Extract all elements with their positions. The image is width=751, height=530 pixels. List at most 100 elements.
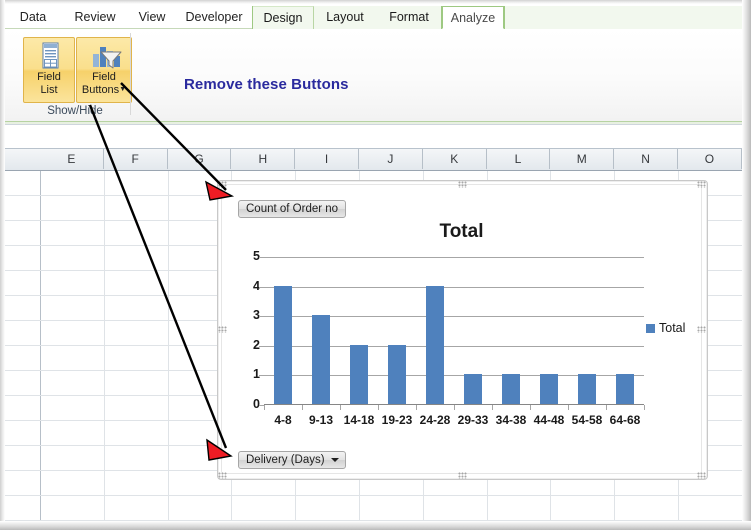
chart-x-tick-label: 54-58	[571, 413, 603, 427]
chart-legend: Total	[646, 321, 685, 335]
chart-x-tick-mark	[606, 405, 607, 410]
pivot-chart-object[interactable]: Count of Order no Delivery (Days) Total …	[217, 180, 708, 480]
ribbon-tab-analyze[interactable]: Analyze	[442, 6, 504, 29]
chart-x-tick-mark	[644, 405, 645, 410]
chart-plot-area: 0 1 2 3 4 5 4-8 9-13 14-18 19-23 24-28 29-33 34-38 4…	[253, 249, 645, 427]
column-header-H[interactable]: H	[231, 149, 296, 169]
chart-x-tick-mark	[302, 405, 303, 410]
field-list-button[interactable]: Field List	[23, 37, 75, 103]
annotation-text: Remove these Buttons	[184, 76, 349, 93]
chevron-down-icon[interactable]	[330, 458, 339, 462]
ribbon-tab-design[interactable]: Design	[252, 6, 314, 29]
column-header-I[interactable]: I	[295, 149, 359, 169]
chart-bar[interactable]	[502, 374, 520, 404]
window-shadow-bottom	[0, 521, 751, 530]
chart-area: Count of Order no Delivery (Days) Total …	[221, 184, 702, 474]
field-list-icon	[24, 42, 74, 70]
chart-bar[interactable]	[540, 374, 558, 404]
ribbon-tab-review[interactable]: Review	[62, 6, 128, 29]
chart-x-tick-label: 29-33	[457, 413, 489, 427]
ribbon-tab-data[interactable]: Data	[4, 6, 62, 29]
chart-y-tick-label: 1	[253, 367, 260, 382]
chart-y-tick-label: 5	[253, 249, 260, 263]
ribbon-panel: Field List Field Buttons▼ Show/Hide	[4, 29, 742, 121]
column-header-F[interactable]: F	[104, 149, 168, 169]
column-header-G[interactable]: G	[168, 149, 232, 169]
chart-bar[interactable]	[312, 315, 330, 404]
chart-y-tick-label: 2	[253, 337, 260, 352]
chart-x-tick-label: 14-18	[343, 413, 375, 427]
chart-resize-handle-top-center[interactable]	[458, 181, 467, 188]
column-header-O[interactable]: O	[678, 149, 742, 169]
chart-bar[interactable]	[350, 344, 368, 404]
window-shadow-right	[742, 0, 751, 530]
chart-x-tick-label: 64-68	[609, 413, 641, 427]
chart-resize-handle-middle-left[interactable]	[218, 326, 227, 333]
ribbon-group-label: Show/Hide	[47, 105, 103, 117]
axis-field-button[interactable]: Delivery (Days)	[238, 451, 346, 469]
chart-x-tick-mark	[378, 405, 379, 410]
value-field-button-label: Count of Order no	[246, 203, 339, 215]
chart-x-tick-label: 4-8	[274, 413, 292, 427]
column-header-K[interactable]: K	[423, 149, 487, 169]
chart-x-tick-label: 24-28	[419, 413, 451, 427]
chart-y-tick-mark	[259, 286, 264, 288]
chart-x-tick-label: 19-23	[381, 413, 413, 427]
chart-x-tick-mark	[416, 405, 417, 410]
legend-label-total: Total	[659, 321, 686, 335]
chart-bar[interactable]	[464, 374, 482, 404]
ribbon-group-show-hide: Field List Field Buttons▼ Show/Hide	[20, 31, 132, 119]
chart-bar[interactable]	[426, 285, 444, 404]
chart-bar[interactable]	[274, 285, 292, 404]
chart-x-tick-label: 34-38	[495, 413, 527, 427]
field-buttons-icon	[77, 42, 131, 70]
chart-x-tick-mark	[340, 405, 341, 410]
chart-resize-handle-middle-right[interactable]	[697, 326, 706, 333]
chart-bar[interactable]	[578, 374, 596, 404]
chevron-down-icon[interactable]: ▼	[119, 86, 126, 93]
column-header-N[interactable]: N	[614, 149, 678, 169]
grid-row-line	[4, 495, 742, 496]
ribbon-tab-developer[interactable]: Developer	[176, 6, 252, 29]
chart-x-tick-label: 44-48	[533, 413, 565, 427]
ribbon-tab-layout[interactable]: Layout	[314, 6, 376, 29]
chart-title: Total	[439, 221, 484, 242]
column-header-E[interactable]: E	[40, 149, 104, 169]
chart-y-tick-mark	[259, 345, 264, 347]
grid-column-line	[167, 170, 169, 523]
chart-bar[interactable]	[388, 344, 406, 404]
field-buttons-button[interactable]: Field Buttons▼	[76, 37, 132, 103]
value-field-button[interactable]: Count of Order no	[238, 200, 347, 218]
column-header-M[interactable]: M	[550, 149, 615, 169]
chart-resize-handle-top-right[interactable]	[697, 181, 706, 188]
chart-resize-handle-top-left[interactable]	[218, 181, 227, 188]
excel-window: Data Review View Developer Design Layout Forma…	[0, 0, 751, 530]
chart-y-tick-mark	[259, 257, 264, 258]
column-header-L[interactable]: L	[487, 149, 551, 169]
chart-gridline	[264, 286, 644, 288]
chart-bar[interactable]	[616, 374, 634, 404]
chart-resize-handle-bottom-center[interactable]	[458, 472, 467, 479]
ribbon-tab-view[interactable]: View	[128, 6, 176, 29]
legend-swatch-total	[646, 324, 655, 333]
column-header-J[interactable]: J	[359, 149, 423, 169]
ribbon-tab-format[interactable]: Format	[376, 6, 442, 29]
ribbon-tab-bar: Data Review View Developer Design Layout Forma…	[4, 4, 742, 29]
chart-resize-handle-bottom-left[interactable]	[218, 472, 227, 479]
chart-y-tick-mark	[259, 316, 264, 318]
field-list-button-label: Field List	[37, 71, 61, 96]
chart-y-tick-label: 0	[253, 397, 260, 411]
chart-x-tick-mark	[454, 405, 455, 410]
ribbon-group-divider	[130, 33, 131, 115]
chart-x-tick-mark	[492, 405, 493, 410]
chart-resize-handle-bottom-right[interactable]	[697, 472, 706, 479]
window-shadow-top	[0, 0, 751, 4]
column-header-row: EFGHIJKLMNO	[4, 149, 742, 171]
chart-x-tick-mark	[264, 405, 265, 410]
chart-x-tick-mark	[568, 405, 569, 410]
chart-y-tick-label: 4	[253, 278, 260, 293]
ribbon-tab-empty-space	[505, 6, 742, 29]
active-tab-connector	[443, 27, 503, 29]
formula-bar[interactable]	[4, 125, 742, 149]
chart-y-tick-mark	[259, 375, 264, 377]
